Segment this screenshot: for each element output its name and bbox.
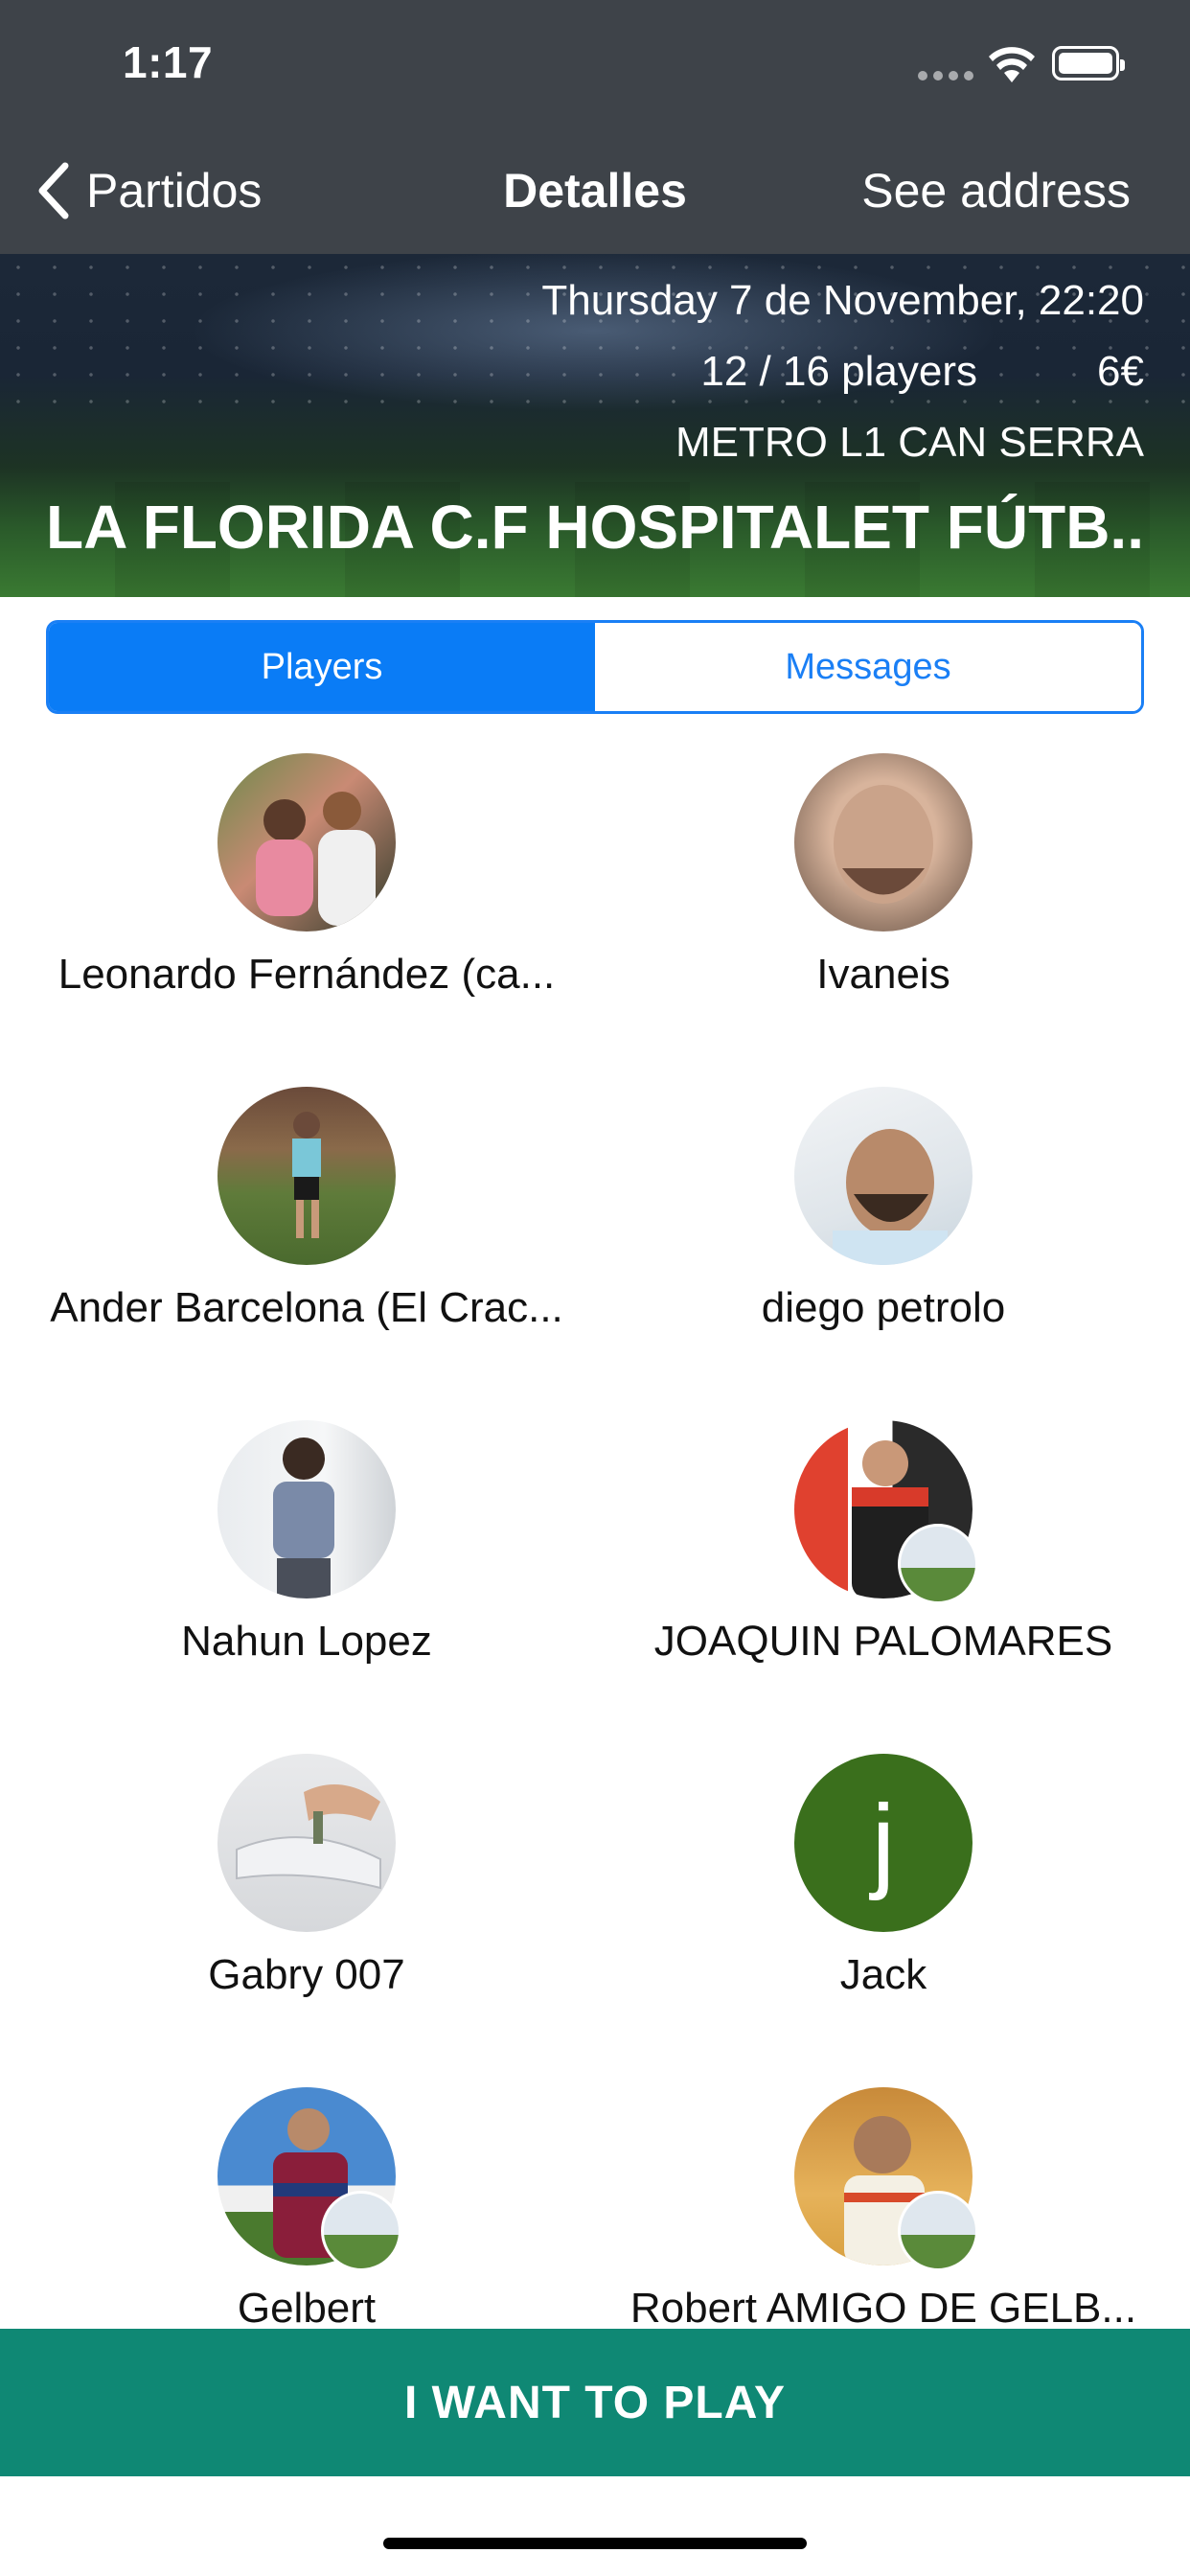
secondary-avatar — [898, 1524, 978, 1604]
see-address-button[interactable]: See address — [861, 163, 1131, 218]
chevron-left-icon — [38, 162, 69, 219]
player-name: JOAQUIN PALOMARES — [653, 1618, 1113, 1665]
tab-players[interactable]: Players — [49, 623, 595, 711]
avatar — [217, 1087, 396, 1265]
match-venue-name: LA FLORIDA C.F HOSPITALET FÚTB... — [46, 493, 1148, 562]
player-name: Jack — [839, 1951, 927, 1998]
player-name: diego petrolo — [761, 1284, 1006, 1331]
cellular-signal-icon — [918, 71, 973, 80]
player-name: Nahun Lopez — [181, 1618, 432, 1665]
avatar — [794, 753, 973, 932]
match-price: 6€ — [1097, 348, 1144, 395]
match-header-banner: Thursday 7 de November, 22:20 12 / 16 pl… — [0, 254, 1190, 597]
home-indicator — [383, 2538, 807, 2549]
secondary-avatar — [898, 2191, 978, 2271]
avatar — [217, 2087, 401, 2271]
navigation-bar: 1:17 Partidos Detalles See address — [0, 0, 1190, 254]
player-card[interactable]: j Jack — [615, 1738, 1152, 2026]
player-card[interactable]: Ivaneis — [615, 738, 1152, 1025]
player-name: Ander Barcelona (El Crac... — [50, 1284, 563, 1331]
player-card[interactable]: Gelbert — [38, 2072, 575, 2329]
avatar — [217, 1754, 396, 1932]
secondary-avatar — [321, 2191, 401, 2271]
avatar-initial-letter: j — [871, 1783, 896, 1901]
match-location: METRO L1 CAN SERRA — [675, 419, 1144, 466]
join-match-button[interactable]: I WANT TO PLAY — [0, 2329, 1190, 2476]
player-card[interactable]: JOAQUIN PALOMARES — [615, 1405, 1152, 1692]
avatar — [794, 1420, 978, 1604]
player-card[interactable]: Nahun Lopez — [38, 1405, 575, 1692]
avatar — [794, 2087, 978, 2271]
avatar-initial: j — [794, 1754, 973, 1932]
battery-icon — [1052, 46, 1125, 80]
player-name: Gabry 007 — [208, 1951, 405, 1998]
player-name: Leonardo Fernández (ca... — [57, 951, 556, 998]
player-name: Ivaneis — [816, 951, 950, 998]
avatar — [217, 753, 396, 932]
player-card[interactable]: diego petrolo — [615, 1071, 1152, 1359]
back-button-label: Partidos — [86, 164, 263, 218]
player-card[interactable]: Gabry 007 — [38, 1738, 575, 2026]
avatar — [217, 1420, 396, 1598]
back-button[interactable]: Partidos — [34, 157, 262, 224]
player-card[interactable]: Ander Barcelona (El Crac... — [38, 1071, 575, 1359]
player-name: Gelbert — [237, 2285, 377, 2329]
avatar — [794, 1087, 973, 1265]
player-name: Robert AMIGO DE GELB... — [629, 2285, 1137, 2329]
player-card[interactable]: Robert AMIGO DE GELB... — [615, 2072, 1152, 2329]
players-messages-segmented-control: Players Messages — [46, 620, 1144, 714]
match-datetime: Thursday 7 de November, 22:20 — [541, 277, 1144, 324]
wifi-icon — [989, 47, 1035, 82]
tab-messages[interactable]: Messages — [595, 623, 1141, 711]
status-time: 1:17 — [123, 37, 214, 87]
players-grid: Leonardo Fernández (ca... Ivaneis Ander … — [0, 738, 1190, 2329]
player-card[interactable]: Leonardo Fernández (ca... — [38, 738, 575, 1025]
match-player-count: 12 / 16 players — [700, 348, 977, 395]
